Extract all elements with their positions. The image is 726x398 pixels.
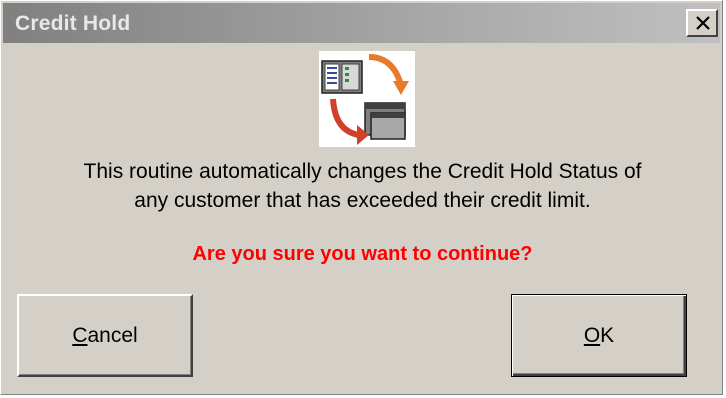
message-line-2: any customer that has exceeded their cre…: [134, 189, 591, 212]
close-button[interactable]: [686, 9, 718, 37]
ok-button[interactable]: OK: [511, 294, 687, 377]
message-text: This routine automatically changes the C…: [1, 157, 724, 215]
credit-hold-exchange-icon: [319, 51, 415, 147]
title-bar[interactable]: Credit Hold: [3, 3, 720, 43]
cancel-hotkey: C: [72, 323, 88, 347]
credit-hold-dialog: Credit Hold This routine automatically c…: [0, 0, 723, 395]
message-line-1: This routine automatically changes the C…: [83, 160, 642, 183]
cancel-button[interactable]: Cancel: [17, 294, 193, 377]
close-icon: [696, 16, 710, 30]
cancel-label-rest: ancel: [87, 323, 138, 347]
ok-hotkey: O: [583, 323, 601, 347]
ok-label-rest: K: [600, 323, 615, 347]
confirmation-question: Are you sure you want to continue?: [192, 243, 533, 265]
window-title: Credit Hold: [15, 12, 131, 35]
